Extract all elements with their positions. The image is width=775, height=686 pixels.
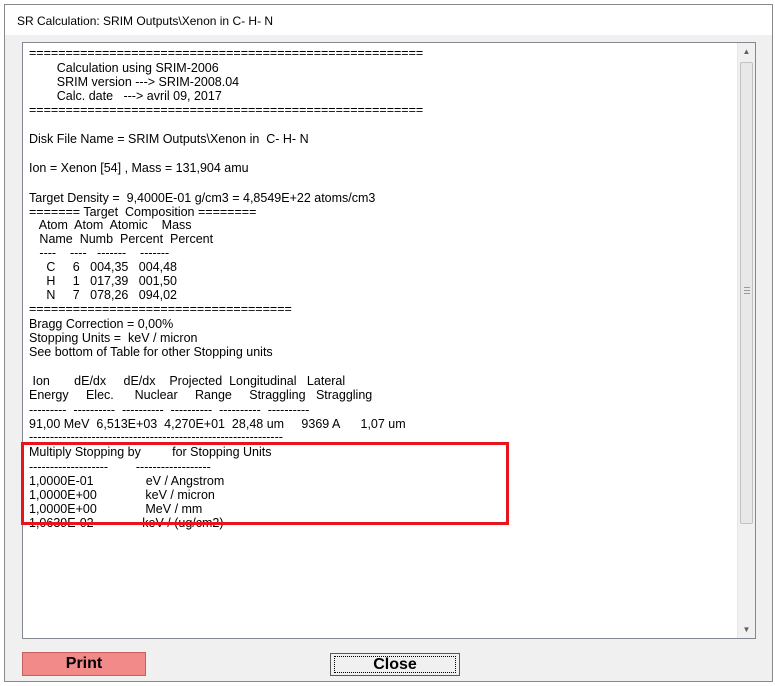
window-title: SR Calculation: SRIM Outputs\Xenon in C-…	[17, 14, 274, 28]
scroll-up-arrow-icon[interactable]: ▲	[738, 43, 755, 60]
report-line: ---- ---- ------- -------	[29, 246, 170, 260]
sr-calculation-window: SR Calculation: SRIM Outputs\Xenon in C-…	[4, 4, 773, 682]
report-text-panel[interactable]: ========================================…	[22, 42, 756, 639]
results-highlight-box	[21, 442, 509, 525]
grip-icon	[744, 287, 750, 294]
report-line: Ion = Xenon [54] , Mass = 131,904 amu	[29, 161, 249, 175]
report-line: Target Density = 9,4000E-01 g/cm3 = 4,85…	[29, 191, 376, 205]
report-line: ========================================…	[29, 46, 424, 60]
report-line: Calc. date ---> avril 09, 2017	[29, 89, 222, 103]
report-line: --------- ---------- ---------- --------…	[29, 403, 310, 417]
report-line: ====================================	[29, 302, 292, 316]
report-text-area[interactable]: ========================================…	[23, 43, 737, 638]
title-bar[interactable]: SR Calculation: SRIM Outputs\Xenon in C-…	[5, 5, 772, 35]
report-line: Bragg Correction = 0,00%	[29, 317, 174, 331]
report-line: Stopping Units = keV / micron	[29, 331, 198, 345]
close-button[interactable]: Close	[330, 653, 460, 676]
report-line: Disk File Name = SRIM Outputs\Xenon in C…	[29, 132, 309, 146]
report-line: See bottom of Table for other Stopping u…	[29, 345, 273, 359]
scrollbar-thumb[interactable]	[740, 62, 753, 524]
focus-rectangle	[334, 656, 456, 673]
report-line: N 7 078,26 094,02	[29, 288, 178, 302]
report-line: Energy Elec. Nuclear Range Straggling St…	[29, 388, 373, 402]
report-line: ========================================…	[29, 103, 424, 117]
report-line: Ion dE/dx dE/dx Projected Longitudinal L…	[29, 374, 346, 388]
report-line: C 6 004,35 004,48	[29, 260, 178, 274]
print-button[interactable]: Print	[22, 652, 146, 676]
report-line: H 1 017,39 001,50	[29, 274, 178, 288]
report-line: Name Numb Percent Percent	[29, 232, 214, 246]
vertical-scrollbar[interactable]: ▲ ▼	[737, 43, 755, 638]
scroll-down-arrow-icon[interactable]: ▼	[738, 621, 755, 638]
report-line: Atom Atom Atomic Mass	[29, 218, 192, 232]
report-line: SRIM version ---> SRIM-2008.04	[29, 75, 240, 89]
report-line: Calculation using SRIM-2006	[29, 61, 219, 75]
